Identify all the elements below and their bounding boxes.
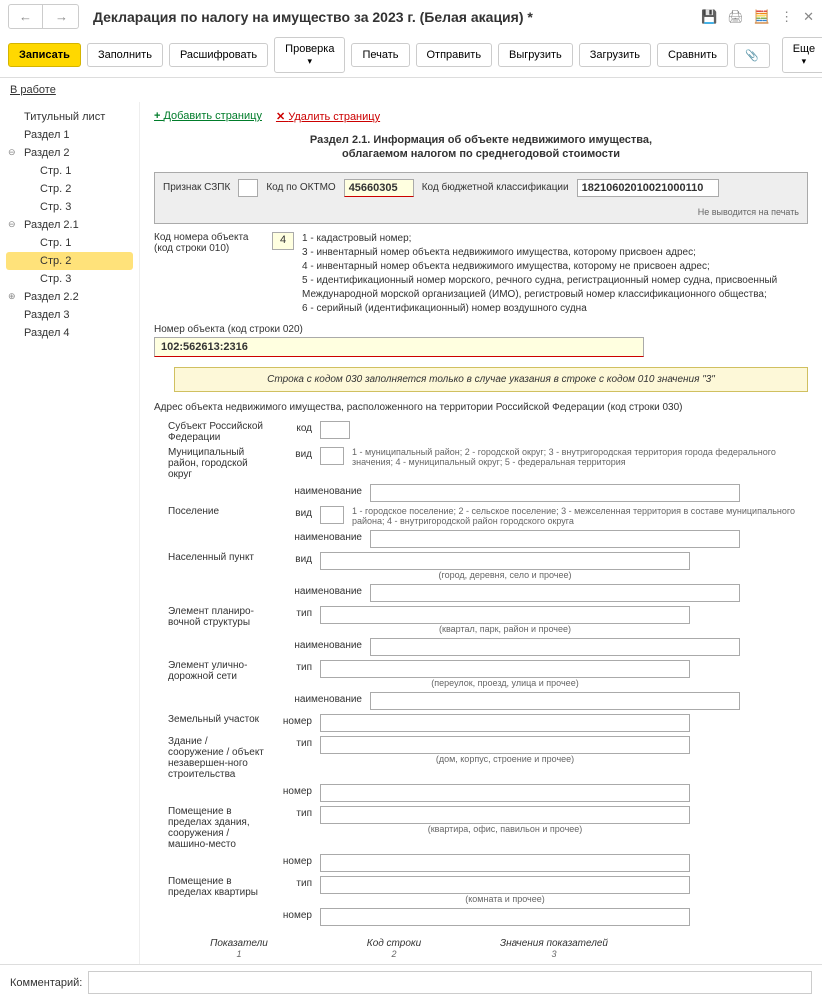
tree-s2[interactable]: ⊖Раздел 2 xyxy=(0,144,139,162)
street-tip-field[interactable] xyxy=(320,660,690,678)
header-box: Признак СЗПК Код по ОКТМО 45660305 Код б… xyxy=(154,172,808,224)
nas-vid-field[interactable] xyxy=(320,552,690,570)
send-button[interactable]: Отправить xyxy=(416,43,493,67)
kv-tip-field[interactable] xyxy=(320,876,690,894)
comment-input[interactable] xyxy=(88,971,812,994)
check-button[interactable]: Проверка xyxy=(274,37,345,73)
more-icon[interactable]: ⋮ xyxy=(780,9,793,25)
decode-button[interactable]: Расшифровать xyxy=(169,43,268,67)
tree-title-page[interactable]: Титульный лист xyxy=(0,108,139,126)
pos-name-field[interactable] xyxy=(370,530,740,548)
bld-tip-field[interactable] xyxy=(320,736,690,754)
tree-s21p1[interactable]: Стр. 1 xyxy=(0,234,139,252)
add-page-link[interactable]: Добавить страницу xyxy=(154,110,262,123)
tree-s2p1[interactable]: Стр. 1 xyxy=(0,162,139,180)
bld-num-field[interactable] xyxy=(320,784,690,802)
document-title: Декларация по налогу на имущество за 202… xyxy=(93,9,695,25)
tree-s21p3[interactable]: Стр. 3 xyxy=(0,270,139,288)
code010-field[interactable]: 4 xyxy=(272,232,294,250)
zem-field[interactable] xyxy=(320,714,690,732)
szpk-field[interactable] xyxy=(238,179,258,197)
more-button[interactable]: Еще xyxy=(782,37,822,73)
nav-arrows: ← → xyxy=(8,4,79,29)
tree-s21[interactable]: ⊖Раздел 2.1 xyxy=(0,216,139,234)
main-content: Добавить страницу Удалить страницу Разде… xyxy=(140,102,822,992)
note-box: Строка с кодом 030 заполняется только в … xyxy=(174,367,808,392)
record-button[interactable]: Записать xyxy=(8,43,81,67)
tree-s22[interactable]: ⊕Раздел 2.2 xyxy=(0,288,139,306)
section-title: Раздел 2.1. Информация об объекте недвиж… xyxy=(154,133,808,162)
oktmo-field[interactable]: 45660305 xyxy=(344,179,414,197)
calc-icon[interactable]: 🧮 xyxy=(754,9,770,25)
subj-code-field[interactable] xyxy=(320,421,350,439)
tree-s2p2[interactable]: Стр. 2 xyxy=(0,180,139,198)
chevron-icon[interactable]: ⊕ xyxy=(8,291,16,302)
kbk-field[interactable]: 18210602010021000110 xyxy=(577,179,719,197)
print-button[interactable]: Печать xyxy=(351,43,409,67)
prem-num-field[interactable] xyxy=(320,854,690,872)
download-button[interactable]: Загрузить xyxy=(579,43,651,67)
fill-button[interactable]: Заполнить xyxy=(87,43,163,67)
nas-name-field[interactable] xyxy=(370,584,740,602)
compare-button[interactable]: Сравнить xyxy=(657,43,728,67)
chevron-icon[interactable]: ⊖ xyxy=(8,219,16,230)
tree-s3[interactable]: Раздел 3 xyxy=(0,306,139,324)
save-icon[interactable]: 💾 xyxy=(701,9,717,25)
tree-s1[interactable]: Раздел 1 xyxy=(0,126,139,144)
mun-vid-field[interactable] xyxy=(320,447,344,465)
prem-tip-field[interactable] xyxy=(320,806,690,824)
plan-name-field[interactable] xyxy=(370,638,740,656)
upload-button[interactable]: Выгрузить xyxy=(498,43,573,67)
code010-hints: 1 - кадастровый номер; 3 - инвентарный н… xyxy=(302,232,808,316)
tree-s4[interactable]: Раздел 4 xyxy=(0,324,139,342)
chevron-icon[interactable]: ⊖ xyxy=(8,147,16,158)
close-icon[interactable]: ✕ xyxy=(803,9,814,25)
back-button[interactable]: ← xyxy=(9,5,43,28)
pos-vid-field[interactable] xyxy=(320,506,344,524)
tree-s21p2[interactable]: Стр. 2 xyxy=(6,252,133,270)
status-link[interactable]: В работе xyxy=(0,78,66,102)
attach-button[interactable]: 📎 xyxy=(734,43,770,68)
tree-s2p3[interactable]: Стр. 3 xyxy=(0,198,139,216)
code020-field[interactable]: 102:562613:2316 xyxy=(154,337,644,357)
plan-tip-field[interactable] xyxy=(320,606,690,624)
sidebar: Титульный лист Раздел 1 ⊖Раздел 2 Стр. 1… xyxy=(0,102,140,992)
mun-name-field[interactable] xyxy=(370,484,740,502)
kv-num-field[interactable] xyxy=(320,908,690,926)
street-name-field[interactable] xyxy=(370,692,740,710)
comment-label: Комментарий: xyxy=(10,977,82,989)
forward-button[interactable]: → xyxy=(45,5,78,28)
delete-page-link[interactable]: Удалить страницу xyxy=(276,110,380,123)
print-icon[interactable]: 🖨 xyxy=(727,9,744,25)
